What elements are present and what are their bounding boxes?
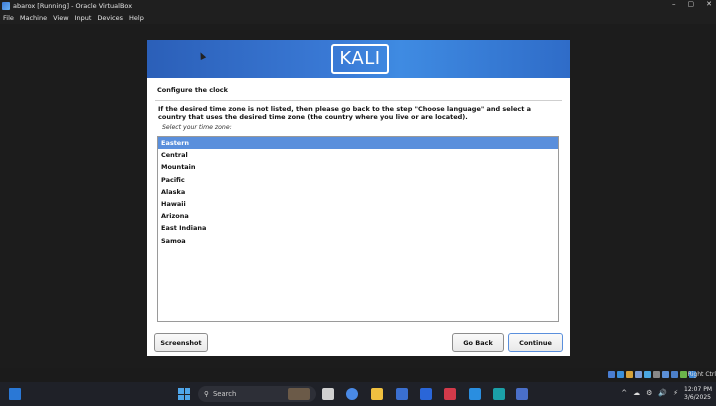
clock-date: 3/6/2025 [684, 394, 711, 401]
windows-logo-icon [184, 388, 190, 394]
page-title: Configure the clock [157, 86, 228, 94]
timezone-item-east-indiana[interactable]: East Indiana [158, 222, 558, 234]
battery-icon[interactable]: ⚡ [673, 389, 678, 397]
virtualbox-icon [2, 2, 10, 10]
menu-help[interactable]: Help [129, 14, 144, 22]
close-button[interactable]: ✕ [706, 0, 712, 8]
maximize-button[interactable]: ▢ [688, 0, 695, 8]
vbox-status-bar: Right Ctrl [0, 368, 716, 382]
window-title: abarox [Running] - Oracle VirtualBox [13, 2, 133, 10]
file-explorer-icon[interactable] [371, 388, 383, 400]
divider [155, 100, 562, 101]
timezone-list[interactable]: Eastern Central Mountain Pacific Alaska … [157, 136, 559, 322]
network-icon[interactable] [635, 371, 642, 378]
tray-overflow-icon[interactable]: ^ [621, 389, 627, 397]
search-icon: ⚲ [204, 390, 209, 398]
taskbar: ⚲ Search ^ ☁ ⚙ 🔊 ⚡ 12:07 PM 3/6/2025 [0, 382, 716, 406]
timezone-item-central[interactable]: Central [158, 149, 558, 161]
host-key-label: Right Ctrl [687, 371, 716, 378]
display-icon[interactable] [662, 371, 669, 378]
windows-logo-icon [178, 394, 184, 400]
window-controls: – ▢ ✕ [672, 0, 712, 8]
screenshot-button[interactable]: Screenshot [154, 333, 208, 352]
settings-icon[interactable]: ⚙ [646, 389, 652, 397]
mcafee-icon[interactable] [444, 388, 456, 400]
audio-icon[interactable] [626, 371, 633, 378]
mouse-cursor-icon [197, 51, 207, 60]
windows-logo-icon [178, 388, 184, 394]
timezone-prompt: Select your time zone: [162, 124, 232, 131]
timezone-item-samoa[interactable]: Samoa [158, 235, 558, 247]
installer-banner: KALI [147, 40, 570, 78]
app-l-icon[interactable] [420, 388, 432, 400]
timezone-item-arizona[interactable]: Arizona [158, 210, 558, 222]
outlook-icon[interactable] [469, 388, 481, 400]
start-button[interactable] [178, 388, 190, 400]
vscode-icon[interactable] [493, 388, 505, 400]
vbox-device-icons [608, 371, 696, 378]
volume-icon[interactable]: 🔊 [658, 389, 667, 397]
system-tray: ^ ☁ ⚙ 🔊 ⚡ [621, 389, 678, 397]
window-titlebar: abarox [Running] - Oracle VirtualBox – ▢… [0, 0, 716, 12]
menu-machine[interactable]: Machine [20, 14, 47, 22]
menu-view[interactable]: View [53, 14, 68, 22]
minimize-button[interactable]: – [672, 0, 676, 8]
taskbar-clock[interactable]: 12:07 PM 3/6/2025 [684, 386, 712, 402]
search-placeholder: Search [212, 390, 237, 398]
installer-window: KALI Configure the clock If the desired … [147, 40, 570, 356]
timezone-item-eastern[interactable]: Eastern [158, 137, 558, 150]
search-highlight-icon[interactable] [288, 388, 310, 400]
menu-file[interactable]: File [3, 14, 14, 22]
storage-icon[interactable] [608, 371, 615, 378]
windows-logo-icon [184, 394, 190, 400]
task-view-icon[interactable] [322, 388, 334, 400]
menu-devices[interactable]: Devices [97, 14, 123, 22]
recording-icon[interactable] [671, 371, 678, 378]
menu-input[interactable]: Input [75, 14, 92, 22]
cpu-icon[interactable] [680, 371, 687, 378]
timezone-item-hawaii[interactable]: Hawaii [158, 198, 558, 210]
shared-folder-icon[interactable] [653, 371, 660, 378]
timezone-item-alaska[interactable]: Alaska [158, 186, 558, 198]
widgets-icon[interactable] [9, 388, 21, 400]
onedrive-icon[interactable]: ☁ [633, 389, 640, 397]
menu-bar: File Machine View Input Devices Help [0, 12, 716, 24]
timezone-item-pacific[interactable]: Pacific [158, 174, 558, 186]
timezone-item-mountain[interactable]: Mountain [158, 161, 558, 173]
store-icon[interactable] [396, 388, 408, 400]
kali-logo: KALI [331, 44, 389, 74]
optical-drive-icon[interactable] [617, 371, 624, 378]
continue-button[interactable]: Continue [508, 333, 563, 352]
virtualbox-taskbar-icon[interactable] [516, 388, 528, 400]
instructions-text: If the desired time zone is not listed, … [158, 105, 531, 121]
clock-time: 12:07 PM [684, 386, 712, 393]
go-back-button[interactable]: Go Back [452, 333, 504, 352]
vm-display[interactable]: KALI Configure the clock If the desired … [0, 24, 716, 368]
copilot-icon[interactable] [346, 388, 358, 400]
usb-icon[interactable] [644, 371, 651, 378]
